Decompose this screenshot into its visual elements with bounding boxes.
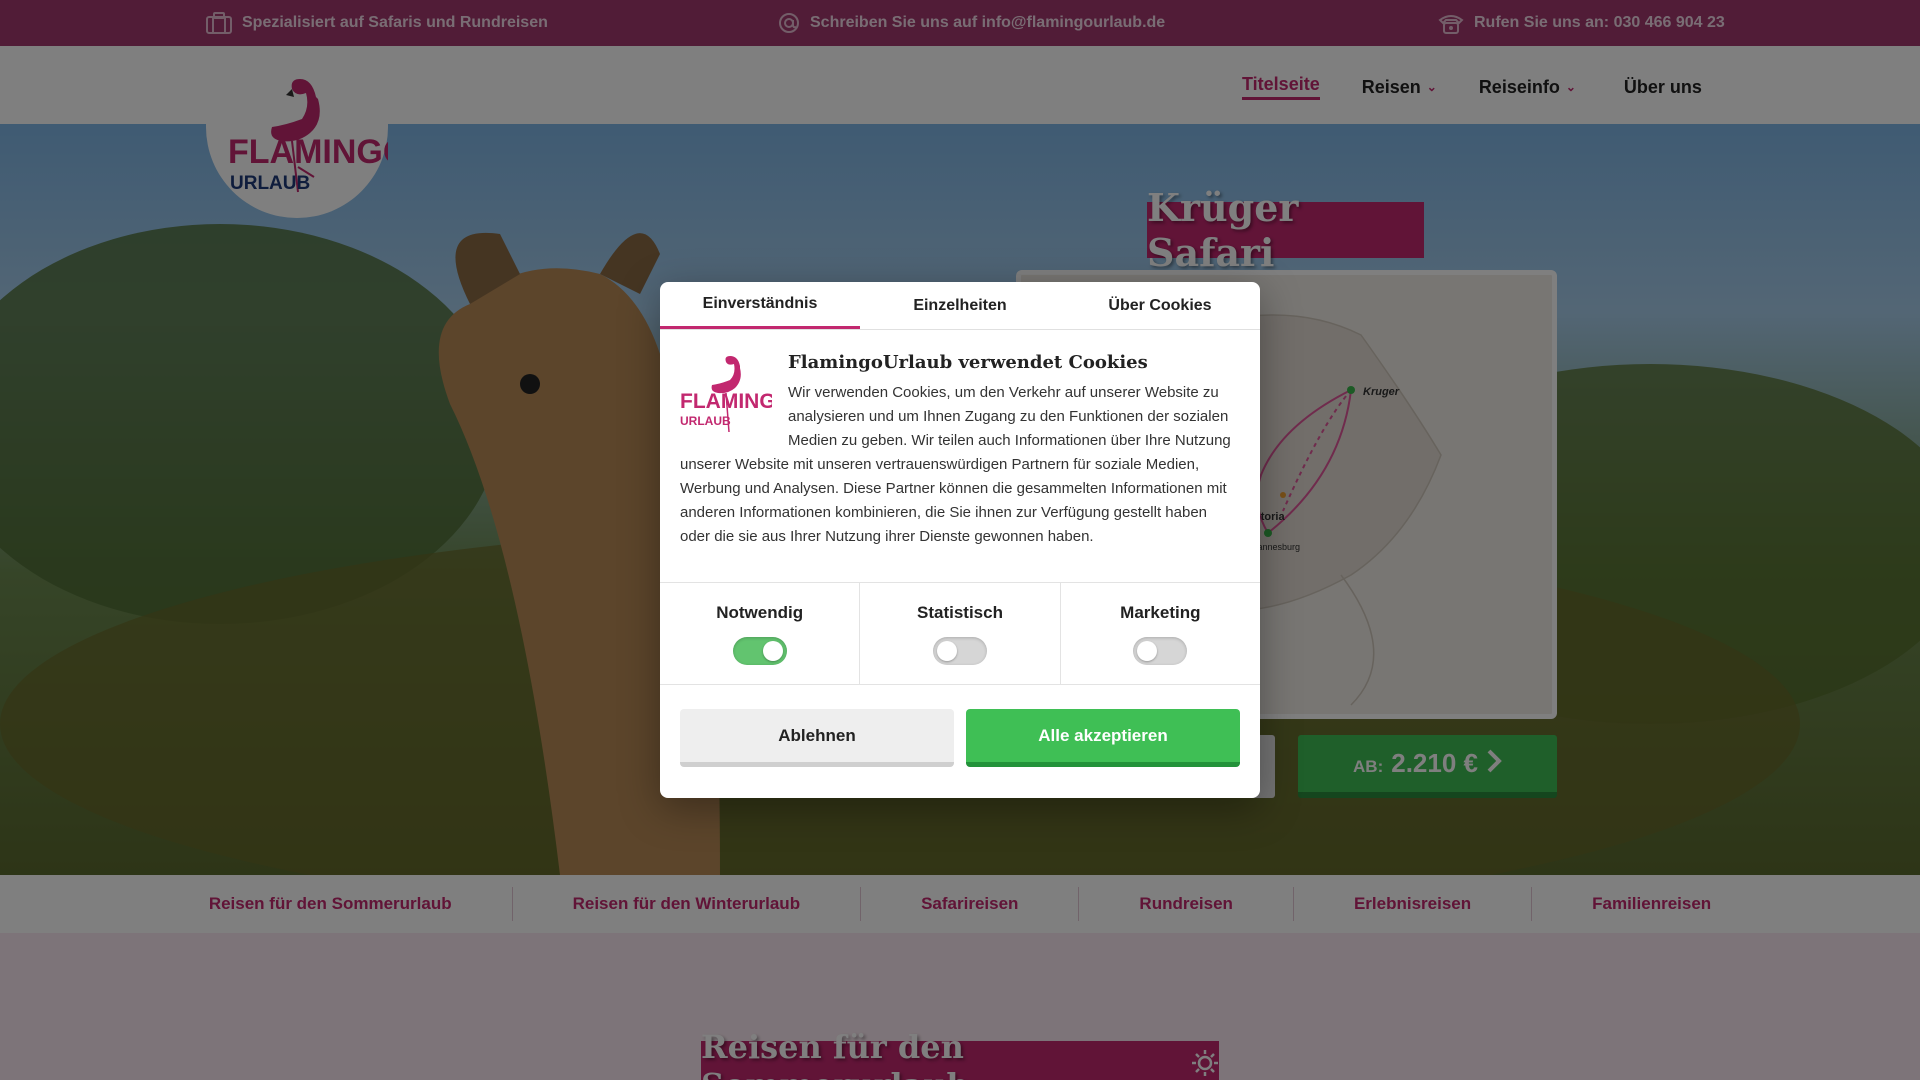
- cookie-dialog: Einverständnis Einzelheiten Über Cookies…: [660, 282, 1260, 798]
- toggle-knob: [1137, 640, 1158, 661]
- cookie-tabs: Einverständnis Einzelheiten Über Cookies: [660, 282, 1260, 330]
- toggle-knob: [936, 640, 957, 661]
- cookie-buttons: Ablehnen Alle akzeptieren: [660, 685, 1260, 791]
- tab-einzelheiten[interactable]: Einzelheiten: [860, 282, 1060, 329]
- flamingo-logo-icon: FLAMINGO URLAUB: [680, 356, 792, 433]
- tab-ueber-cookies[interactable]: Über Cookies: [1060, 282, 1260, 329]
- decline-button[interactable]: Ablehnen: [680, 709, 954, 767]
- toggle-marketing-label: Marketing: [1120, 602, 1201, 622]
- cookie-dialog-body: FLAMINGO URLAUB FlamingoUrlaub verwendet…: [660, 330, 1260, 582]
- tab-einverstaendnis[interactable]: Einverständnis: [660, 282, 860, 329]
- dialog-logo-line2: URLAUB: [680, 414, 731, 428]
- toggle-marketing[interactable]: [1133, 636, 1188, 665]
- toggle-notwendig[interactable]: [732, 636, 787, 665]
- toggle-statistisch-label: Statistisch: [917, 602, 1003, 622]
- toggle-notwendig-label: Notwendig: [716, 602, 804, 622]
- toggle-knob: [762, 640, 783, 661]
- accept-all-button[interactable]: Alle akzeptieren: [966, 709, 1240, 767]
- cookie-toggles: Notwendig Statistisch Marketing: [660, 582, 1260, 685]
- toggle-statistisch[interactable]: [932, 636, 987, 665]
- dialog-logo: FLAMINGO URLAUB: [680, 352, 792, 438]
- toggle-notwendig-col: Notwendig: [660, 583, 861, 684]
- dialog-logo-line1: FLAMINGO: [680, 390, 772, 413]
- toggle-marketing-col: Marketing: [1061, 583, 1260, 684]
- toggle-statistisch-col: Statistisch: [860, 583, 1061, 684]
